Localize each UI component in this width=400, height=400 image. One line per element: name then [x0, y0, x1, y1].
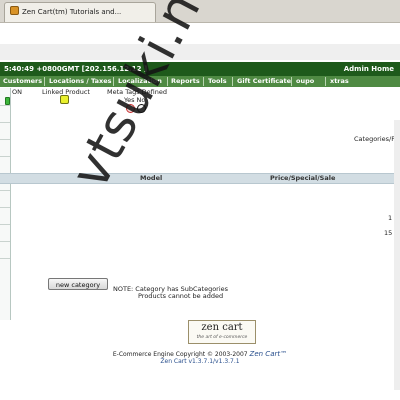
new-category-button[interactable]: new category [48, 278, 108, 290]
menu-tools[interactable]: Tools [208, 76, 227, 87]
browser-tab[interactable]: Zen Cart(tm) Tutorials and... [4, 2, 156, 22]
menu-coupons[interactable]: oupo [296, 76, 314, 87]
admin-home-link[interactable]: Admin Home [344, 62, 394, 76]
row-divider [0, 207, 10, 208]
zen-cart-favicon-icon [10, 6, 19, 15]
menu-customers[interactable]: Customers [3, 76, 42, 87]
browser-tab-title: Zen Cart(tm) Tutorials and... [22, 8, 122, 16]
footer-copyright-text: E-Commerce Engine Copyright © 2003-2007 [112, 351, 248, 358]
row-divider [0, 105, 10, 106]
menu-gift-certificate[interactable]: Gift Certificate [237, 76, 291, 87]
menu-extras[interactable]: xtras [330, 76, 349, 87]
menu-divider [232, 77, 233, 86]
row-value: 1 [388, 214, 393, 222]
footer-version[interactable]: Zen Cart v1.3.7.1/v1.3.7.1 [0, 358, 400, 365]
row-divider [0, 190, 10, 191]
logo-wordmark: zen cart [201, 322, 243, 333]
column-price-header: Price/Special/Sale [270, 174, 336, 182]
status-green-indicator-icon [5, 97, 10, 105]
row-value: 15 [384, 229, 393, 237]
menu-divider [291, 77, 292, 86]
menu-divider [325, 77, 326, 86]
footer-copyright: E-Commerce Engine Copyright © 2003-2007 … [0, 350, 400, 358]
row-divider [0, 224, 10, 225]
row-divider [0, 122, 10, 123]
row-divider [0, 139, 10, 140]
watermark-text: vtsuki.net [60, 0, 239, 199]
menu-locations-taxes[interactable]: Locations / Taxes [49, 76, 112, 87]
listing-table-header: Model Price/Special/Sale [0, 173, 400, 184]
admin-header-bar: 5:40:49 +0800GMT [202.156.12.12 ] Admin … [0, 62, 400, 76]
linked-product-yellow-icon [60, 95, 69, 104]
zen-cart-logo[interactable]: zen cart the art of e-commerce [188, 320, 256, 344]
admin-menu-bar: Customers Locations / Taxes Localization… [0, 76, 400, 87]
menu-divider [203, 77, 204, 86]
logo-tagline: the art of e-commerce [196, 335, 248, 340]
row-divider [0, 156, 10, 157]
admin-top-strip [0, 44, 400, 60]
menu-divider [44, 77, 45, 86]
column-model-header: Model [140, 174, 163, 182]
products-note: Products cannot be added [138, 292, 224, 300]
status-on-label: ON [12, 88, 22, 96]
footer-brand-link[interactable]: Zen Cart™ [250, 350, 288, 358]
row-divider [0, 258, 10, 259]
row-divider [0, 241, 10, 242]
